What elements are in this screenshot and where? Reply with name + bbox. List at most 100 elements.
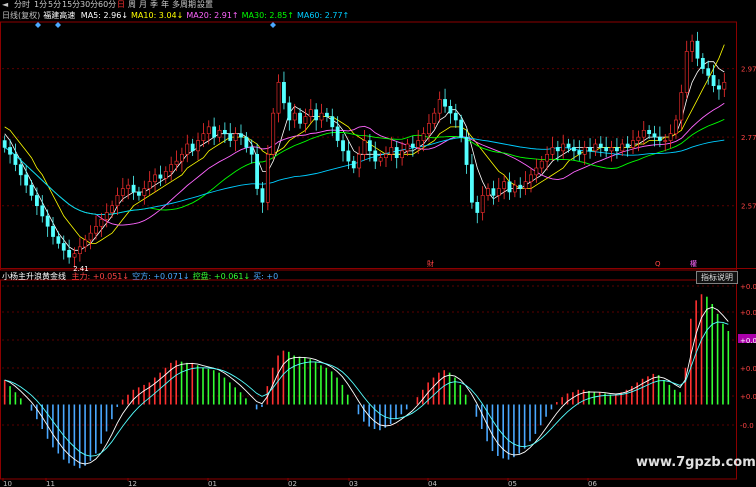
candle-body	[668, 133, 673, 141]
bottom-marker: Q	[655, 260, 661, 268]
event-marker	[55, 22, 61, 28]
candle-body	[115, 195, 120, 207]
candle-body	[480, 195, 485, 213]
candle-body	[491, 188, 496, 196]
candle-body	[45, 215, 50, 227]
candle-body	[287, 102, 292, 121]
candle-body	[652, 133, 657, 138]
candle-body	[378, 157, 383, 162]
candle-body	[722, 81, 727, 90]
x-tick-label: 06	[588, 480, 597, 487]
candle-body	[459, 119, 464, 138]
candle-body	[367, 140, 372, 152]
candle-body	[276, 81, 281, 114]
candle-body	[51, 225, 55, 237]
candle-body	[593, 143, 598, 152]
candle-body	[8, 147, 12, 155]
candle-body	[110, 205, 114, 213]
candle-body	[308, 109, 313, 117]
candle-body	[636, 136, 641, 141]
candle-body	[400, 150, 404, 159]
candle-body	[711, 75, 716, 87]
candle-body	[394, 147, 399, 159]
price-tick-label: 2.97	[741, 66, 756, 74]
candle-body	[470, 164, 474, 203]
candle-body	[314, 109, 319, 121]
candle-body	[695, 40, 700, 59]
candle-body	[410, 143, 415, 148]
event-marker	[270, 22, 276, 28]
candle-body	[700, 57, 705, 69]
candle-body	[330, 116, 335, 128]
candle-body	[126, 184, 131, 189]
candle-body	[271, 112, 276, 155]
candle-body	[598, 143, 603, 148]
candle-body	[174, 160, 179, 165]
indicator-panel-frame	[0, 279, 737, 480]
candle-body	[443, 99, 447, 107]
candle-body	[561, 143, 566, 152]
candle-body	[255, 153, 259, 189]
candle-body	[88, 232, 93, 241]
candle-body	[625, 143, 630, 148]
candle-body	[523, 181, 528, 189]
candle-body	[346, 150, 351, 162]
candle-body	[421, 133, 426, 141]
x-tick-label: 01	[208, 480, 217, 487]
candle-body	[153, 174, 157, 183]
x-tick-label: 05	[508, 480, 517, 487]
indicator-legend: 小杨主升浪黄金线 主力: +0.051↓ 空方: +0.071↓ 控盘: +0.06…	[2, 272, 284, 282]
x-tick-label: 11	[46, 480, 55, 487]
candle-body	[674, 119, 678, 135]
candle-body	[582, 147, 587, 155]
candle-body	[341, 140, 345, 152]
event-marker	[35, 22, 41, 28]
candle-body	[566, 143, 571, 148]
candle-body	[351, 160, 356, 169]
candle-body	[163, 171, 168, 179]
candle-body	[29, 184, 34, 196]
indicator-label-1: 空方: +0.071↓	[132, 272, 190, 281]
candle-body	[507, 181, 512, 193]
candle-body	[502, 181, 507, 189]
candle-body	[427, 123, 431, 135]
candle-body	[99, 219, 104, 227]
indicator-tick-label: +0.0	[740, 337, 756, 345]
indicator-help-button[interactable]: 指标说明	[696, 271, 738, 284]
indicator-tick-label: +0.0	[740, 283, 756, 291]
candle-body	[265, 153, 270, 203]
candle-body	[679, 92, 684, 121]
candle-body	[437, 99, 442, 114]
candle-body	[137, 191, 141, 196]
candle-body	[631, 140, 635, 148]
candle-body	[453, 112, 458, 121]
candle-body	[185, 143, 190, 155]
candle-body	[40, 205, 45, 217]
candle-body	[67, 249, 72, 258]
candle-body	[61, 243, 66, 251]
candle-body	[319, 112, 324, 121]
candle-body	[641, 129, 646, 138]
candle-body	[684, 51, 689, 93]
candle-body	[196, 140, 200, 152]
candle-body	[142, 188, 147, 196]
candle-body	[335, 126, 340, 141]
candle-body	[362, 140, 367, 155]
candle-body	[620, 143, 625, 152]
candle-body	[389, 147, 394, 155]
candle-body	[615, 147, 619, 152]
candle-body	[292, 112, 297, 121]
candle-body	[577, 150, 582, 155]
candle-body	[690, 40, 694, 52]
candle-body	[572, 147, 576, 152]
candle-body	[120, 188, 125, 196]
bottom-marker: 財	[427, 259, 434, 268]
candle-body	[545, 153, 549, 162]
candle-body	[72, 253, 77, 258]
candle-body	[717, 85, 721, 90]
candle-body	[303, 116, 308, 124]
indicator-tick-label: +0.0	[740, 393, 756, 401]
candle-body	[464, 136, 469, 165]
candle-body	[217, 129, 222, 138]
candle-body	[260, 188, 265, 203]
